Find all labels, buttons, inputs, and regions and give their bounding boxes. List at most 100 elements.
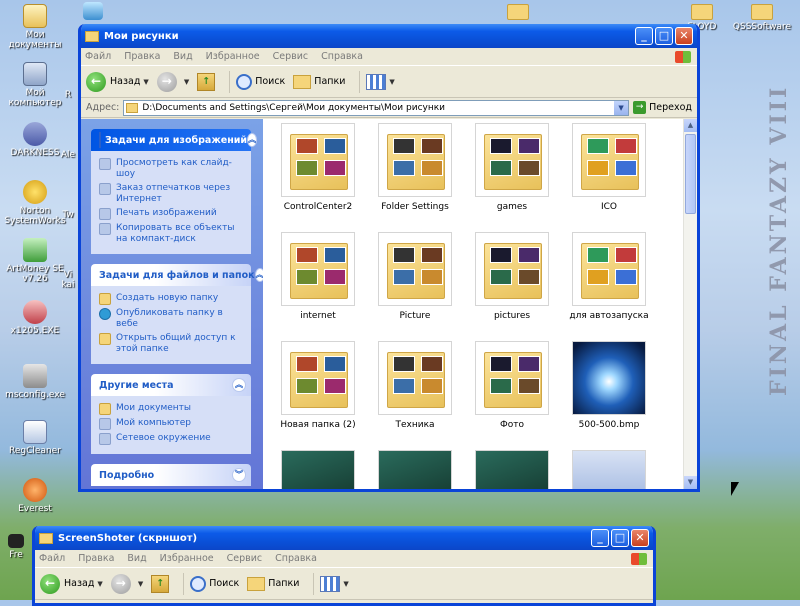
- menu-view[interactable]: Вид: [127, 553, 146, 564]
- scroll-thumb[interactable]: [685, 134, 696, 214]
- file-thumbnail: [475, 450, 549, 489]
- task-share-folder[interactable]: Открыть общий доступ к этой папке: [99, 333, 245, 355]
- picture-preview: [421, 269, 443, 285]
- menu-file[interactable]: Файл: [39, 553, 65, 564]
- file-item[interactable]: [467, 450, 557, 489]
- menu-help[interactable]: Справка: [321, 51, 363, 62]
- app-icon: [8, 534, 24, 548]
- menu-edit[interactable]: Правка: [78, 553, 114, 564]
- dropdown-arrow-icon[interactable]: ▼: [614, 100, 629, 115]
- menu-file[interactable]: Файл: [85, 51, 111, 62]
- desktop-icon-partial[interactable]: Ale: [58, 150, 78, 160]
- menu-tools[interactable]: Сервис: [227, 553, 263, 564]
- place-my-documents[interactable]: Мои документы: [99, 403, 245, 415]
- task-new-folder[interactable]: Создать новую папку: [99, 293, 245, 305]
- scroll-up-icon[interactable]: ▲: [684, 119, 697, 132]
- search-label: Поиск: [255, 76, 286, 87]
- vertical-scrollbar[interactable]: ▲ ▼: [683, 119, 697, 489]
- desktop-icon-partial[interactable]: Tw: [58, 210, 78, 220]
- desktop-icon-msconfig[interactable]: msconfig.exe: [0, 364, 70, 400]
- dropdown-arrow-icon[interactable]: ▼: [143, 78, 148, 86]
- file-item[interactable]: pictures: [467, 232, 557, 321]
- desktop-folder[interactable]: [488, 4, 548, 22]
- desktop-icon-my-computer[interactable]: Мой компьютер: [0, 62, 70, 108]
- panel-header[interactable]: Другие места ︽: [91, 374, 251, 396]
- folders-button[interactable]: Папки: [247, 576, 299, 591]
- close-button[interactable]: ✕: [675, 27, 693, 45]
- search-button[interactable]: Поиск: [190, 575, 239, 592]
- panel-header[interactable]: Подробно ︾: [91, 464, 251, 486]
- file-item[interactable]: 500-500.bmp: [564, 341, 654, 430]
- desktop-icon-regcleaner[interactable]: RegCleaner: [0, 420, 70, 456]
- desktop-icon-partial[interactable]: [78, 2, 108, 22]
- views-button[interactable]: ▼: [366, 73, 395, 90]
- maximize-button[interactable]: □: [655, 27, 673, 45]
- dropdown-arrow-icon[interactable]: ▼: [97, 580, 102, 588]
- menu-help[interactable]: Справка: [275, 553, 317, 564]
- menu-favorites[interactable]: Избранное: [160, 553, 214, 564]
- file-item[interactable]: Picture: [370, 232, 460, 321]
- place-network[interactable]: Сетевое окружение: [99, 433, 245, 445]
- address-field[interactable]: D:\Documents and Settings\Сергей\Мои док…: [123, 99, 630, 116]
- chevron-up-icon[interactable]: ︽: [254, 268, 263, 282]
- chevron-up-icon[interactable]: ︽: [247, 133, 258, 147]
- forward-button[interactable]: → ▼: [156, 71, 189, 92]
- file-item[interactable]: ControlCenter2: [273, 123, 363, 212]
- desktop-icon-label: DARKNESS: [10, 148, 60, 158]
- back-button[interactable]: ← Назад ▼: [40, 573, 103, 594]
- desktop-icon-partial[interactable]: R: [58, 90, 78, 100]
- minimize-button[interactable]: _: [591, 529, 609, 547]
- folders-button[interactable]: Папки: [293, 74, 345, 89]
- file-item[interactable]: для автозапуска: [564, 232, 654, 321]
- dropdown-arrow-icon[interactable]: ▼: [138, 580, 143, 588]
- menu-favorites[interactable]: Избранное: [206, 51, 260, 62]
- menu-tools[interactable]: Сервис: [273, 51, 309, 62]
- dropdown-arrow-icon[interactable]: ▼: [184, 78, 189, 86]
- maximize-button[interactable]: □: [611, 529, 629, 547]
- file-item[interactable]: internet: [273, 232, 363, 321]
- desktop-icon-everest[interactable]: Everest: [0, 478, 70, 514]
- desktop-icon-x1205[interactable]: x1205.EXE: [0, 300, 70, 336]
- task-publish-web[interactable]: Опубликовать папку в вебе: [99, 308, 245, 330]
- task-order-prints[interactable]: Заказ отпечатков через Интернет: [99, 183, 245, 205]
- file-item[interactable]: [370, 450, 460, 489]
- address-value: D:\Documents and Settings\Сергей\Мои док…: [142, 102, 446, 113]
- menu-edit[interactable]: Правка: [124, 51, 160, 62]
- up-button[interactable]: ↑: [151, 574, 170, 593]
- file-item[interactable]: Техника: [370, 341, 460, 430]
- panel-header[interactable]: Задачи для файлов и папок ︽: [91, 264, 263, 286]
- scroll-down-icon[interactable]: ▼: [684, 476, 697, 489]
- file-item[interactable]: Новая папка (2): [273, 341, 363, 430]
- desktop-icon-partial[interactable]: Vi kai: [58, 270, 78, 290]
- chevron-down-icon[interactable]: ︾: [232, 468, 246, 482]
- views-button[interactable]: ▼: [320, 575, 349, 592]
- back-button[interactable]: ← Назад ▼: [86, 71, 149, 92]
- desktop-folder-qsssoftware[interactable]: QSSSoftware: [732, 4, 792, 32]
- go-button[interactable]: → Переход: [633, 101, 692, 114]
- close-button[interactable]: ✕: [631, 529, 649, 547]
- task-slideshow[interactable]: Просмотреть как слайд-шоу: [99, 158, 245, 180]
- file-item[interactable]: Фото: [467, 341, 557, 430]
- place-my-computer[interactable]: Мой компьютер: [99, 418, 245, 430]
- panel-header[interactable]: Задачи для изображений ︽: [91, 129, 258, 151]
- file-item[interactable]: Folder Settings: [370, 123, 460, 212]
- file-item[interactable]: games: [467, 123, 557, 212]
- title-bar[interactable]: ScreenShoter (скрншот) _ □ ✕: [35, 526, 653, 550]
- minimize-button[interactable]: _: [635, 27, 653, 45]
- search-button[interactable]: Поиск: [236, 73, 286, 90]
- file-item[interactable]: [564, 450, 654, 489]
- file-item[interactable]: ICO: [564, 123, 654, 212]
- title-bar[interactable]: Мои рисунки _ □ ✕: [81, 24, 697, 48]
- forward-button[interactable]: → ▼: [110, 573, 143, 594]
- desktop-icon-my-documents[interactable]: Мои документы: [0, 4, 70, 50]
- file-item[interactable]: [273, 450, 363, 489]
- task-copy-to-cd[interactable]: Копировать все объекты на компакт-диск: [99, 223, 245, 245]
- task-print-pictures[interactable]: Печать изображений: [99, 208, 245, 220]
- up-button[interactable]: ↑: [197, 72, 216, 91]
- window-title: Мои рисунки: [104, 30, 179, 42]
- desktop-icon-label: Tw: [62, 210, 74, 220]
- chevron-up-icon[interactable]: ︽: [232, 378, 246, 392]
- mouse-cursor-icon: [731, 482, 739, 496]
- desktop-icon-label: RegCleaner: [9, 446, 61, 456]
- menu-view[interactable]: Вид: [173, 51, 192, 62]
